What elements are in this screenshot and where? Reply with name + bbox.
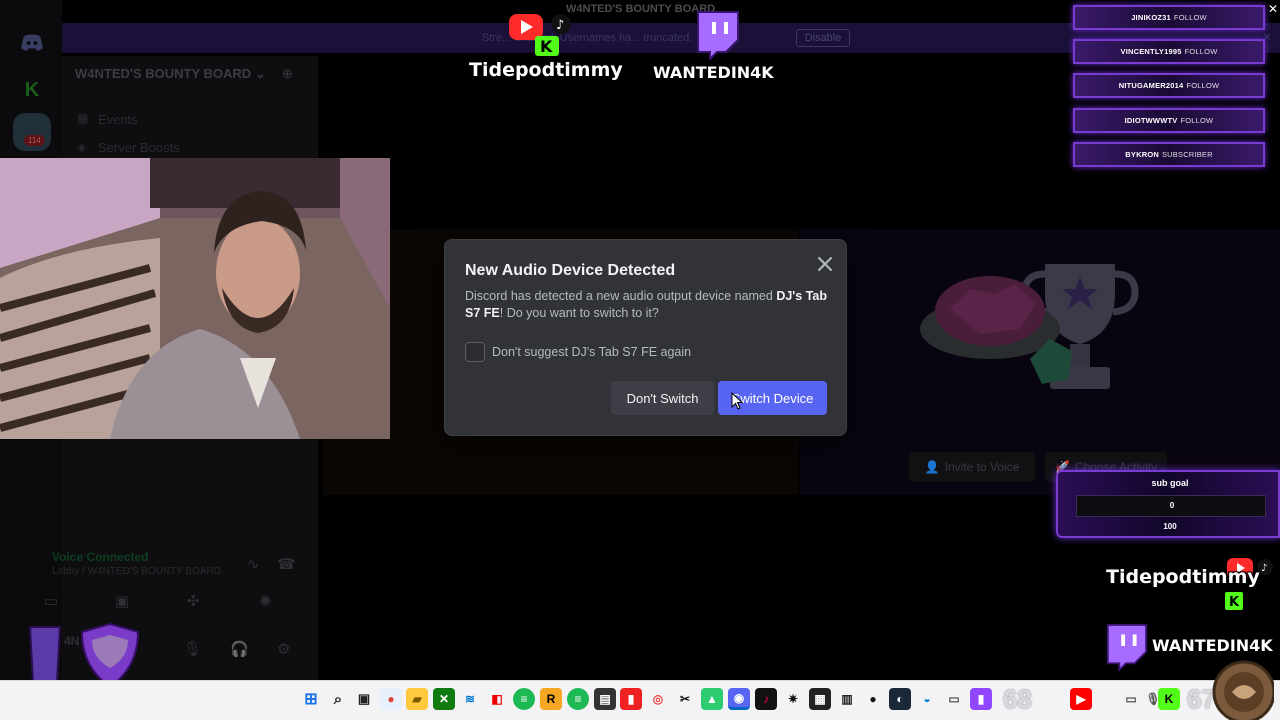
- app-pink-icon[interactable]: ◎: [647, 688, 669, 710]
- screen-share-icon[interactable]: ▣: [115, 592, 129, 610]
- overlay-close-icon: ✕: [1268, 2, 1279, 16]
- xbox-icon[interactable]: ✕: [433, 688, 455, 710]
- twitch-logo-small-icon: [1106, 623, 1148, 671]
- trophy-panel: [800, 229, 1280, 495]
- discord-taskbar-icon[interactable]: ◉: [728, 688, 750, 710]
- dialog-message: Discord has detected a new audio output …: [465, 289, 827, 320]
- tray-app-icon[interactable]: ▭: [1120, 688, 1142, 710]
- kick-tray-icon[interactable]: K: [1158, 688, 1180, 710]
- brand-wantedin4k-bottom: WANTEDIN4K: [1152, 636, 1273, 655]
- mute-icon[interactable]: 🎙: [183, 640, 202, 658]
- dialog-title: New Audio Device Detected: [465, 262, 676, 279]
- svg-text:♪: ♪: [556, 18, 564, 33]
- sub-goal-widget: sub goal 0 100: [1056, 470, 1280, 538]
- chrome-icon[interactable]: ●: [380, 688, 402, 710]
- obs-icon[interactable]: ●: [862, 688, 884, 710]
- dont-switch-button[interactable]: Don't Switch: [611, 381, 714, 415]
- add-user-icon: 👤: [924, 460, 940, 474]
- social-logos-icon: ♪ K: [509, 14, 571, 56]
- channel-events[interactable]: Events: [98, 112, 138, 127]
- sub-goal-current: 0: [1169, 501, 1175, 510]
- calendar-icon: ▦: [77, 111, 89, 125]
- svg-text:K: K: [1229, 595, 1240, 610]
- soundboard-icon[interactable]: ✺: [259, 592, 272, 610]
- discord-home-icon[interactable]: [13, 24, 51, 62]
- alert-item: JINIKOZ31 FOLLOW: [1073, 5, 1265, 30]
- voice-location[interactable]: Lobby / W4NTED'S BOUNTY BOARD: [52, 566, 221, 577]
- audio-device-dialog: New Audio Device Detected Discord has de…: [444, 239, 847, 436]
- alert-item: VINCENTLY1995 FOLLOW: [1073, 39, 1265, 64]
- nintendo-icon[interactable]: ◧: [486, 688, 508, 710]
- app-dark-icon[interactable]: ▤: [594, 688, 616, 710]
- spotify-2-icon[interactable]: ≡: [567, 688, 589, 710]
- webcam-feed: [0, 158, 390, 439]
- invite-to-voice-button[interactable]: 👤 Invite to Voice: [909, 452, 1035, 482]
- app-keyboard-icon[interactable]: ▦: [809, 688, 831, 710]
- server-name[interactable]: W4NTED'S BOUNTY BOARD ⌄: [75, 66, 266, 82]
- alert-item: IDIOTWWWTV FOLLOW: [1073, 108, 1265, 133]
- noise-suppression-icon[interactable]: ∿: [247, 555, 260, 573]
- youtube-tray-icon[interactable]: ▶: [1070, 688, 1092, 710]
- sub-goal-title: sub goal: [1151, 478, 1189, 488]
- twitch-logo-icon: [697, 11, 739, 60]
- trophy-illustration-icon: [920, 264, 1139, 389]
- add-member-icon[interactable]: ⊕: [282, 66, 293, 82]
- sub-goal-progress-bar: 0: [1076, 495, 1266, 517]
- brand-tidepodtimmy-bottom: Tidepodtimmy: [1106, 566, 1260, 588]
- disconnect-icon[interactable]: ☎: [277, 555, 296, 573]
- network-app-icon[interactable]: ≋: [459, 688, 481, 710]
- spotify-icon[interactable]: ≡: [513, 688, 535, 710]
- channel-server-boosts[interactable]: Server Boosts: [98, 140, 180, 155]
- alert-item: NITUGAMER2014 FOLLOW: [1073, 73, 1265, 98]
- unread-badge: 114: [24, 135, 45, 146]
- app-black-icon[interactable]: ✷: [782, 688, 804, 710]
- app-monitor-icon[interactable]: ▥: [836, 688, 858, 710]
- app-blue-icon[interactable]: ◒: [916, 688, 938, 710]
- server-k-icon[interactable]: K: [13, 71, 51, 109]
- svg-text:♪: ♪: [1261, 563, 1267, 574]
- brand-wantedin4k: WANTEDIN4K: [653, 63, 774, 82]
- settings-gear-icon[interactable]: ⚙: [277, 640, 290, 658]
- file-explorer-icon[interactable]: ▰: [406, 688, 428, 710]
- steam-icon[interactable]: ◐: [889, 688, 911, 710]
- viewer-count-left: 68: [1003, 684, 1032, 714]
- camera-off-icon[interactable]: ▭: [44, 592, 58, 610]
- activities-icon[interactable]: ✣: [187, 592, 200, 610]
- tiktok-icon[interactable]: ♪: [755, 688, 777, 710]
- twitch-taskbar-icon[interactable]: ▮: [970, 688, 992, 710]
- deafen-icon[interactable]: 🎧: [230, 640, 249, 658]
- dont-suggest-label[interactable]: Don't suggest DJ's Tab S7 FE again: [492, 345, 691, 359]
- boost-icon: ◈: [77, 140, 87, 154]
- webcam-person-icon: [0, 158, 390, 439]
- search-icon[interactable]: ⌕: [327, 688, 349, 710]
- app-green-icon[interactable]: ▲: [701, 688, 723, 710]
- close-icon[interactable]: [815, 254, 835, 274]
- plex-icon[interactable]: R: [540, 688, 562, 710]
- capcut-icon[interactable]: ✂: [674, 688, 696, 710]
- task-view-icon[interactable]: ▣: [353, 688, 375, 710]
- voice-status: Voice Connected: [52, 550, 149, 564]
- app-gray-icon[interactable]: ▭: [943, 688, 965, 710]
- app-red-icon[interactable]: ▮: [620, 688, 642, 710]
- mouse-cursor-icon: [731, 392, 743, 410]
- svg-text:K: K: [540, 37, 553, 56]
- start-windows-icon[interactable]: ⊞: [300, 688, 322, 710]
- disable-button[interactable]: Disable: [796, 29, 850, 47]
- brand-tidepodtimmy: Tidepodtimmy: [469, 59, 623, 81]
- sub-goal-target: 100: [1163, 522, 1177, 531]
- alert-item: BYKRON SUBSCRIBER: [1073, 142, 1265, 167]
- wanted-badge-logo-icon: [1212, 660, 1274, 720]
- dont-suggest-checkbox[interactable]: [465, 342, 485, 362]
